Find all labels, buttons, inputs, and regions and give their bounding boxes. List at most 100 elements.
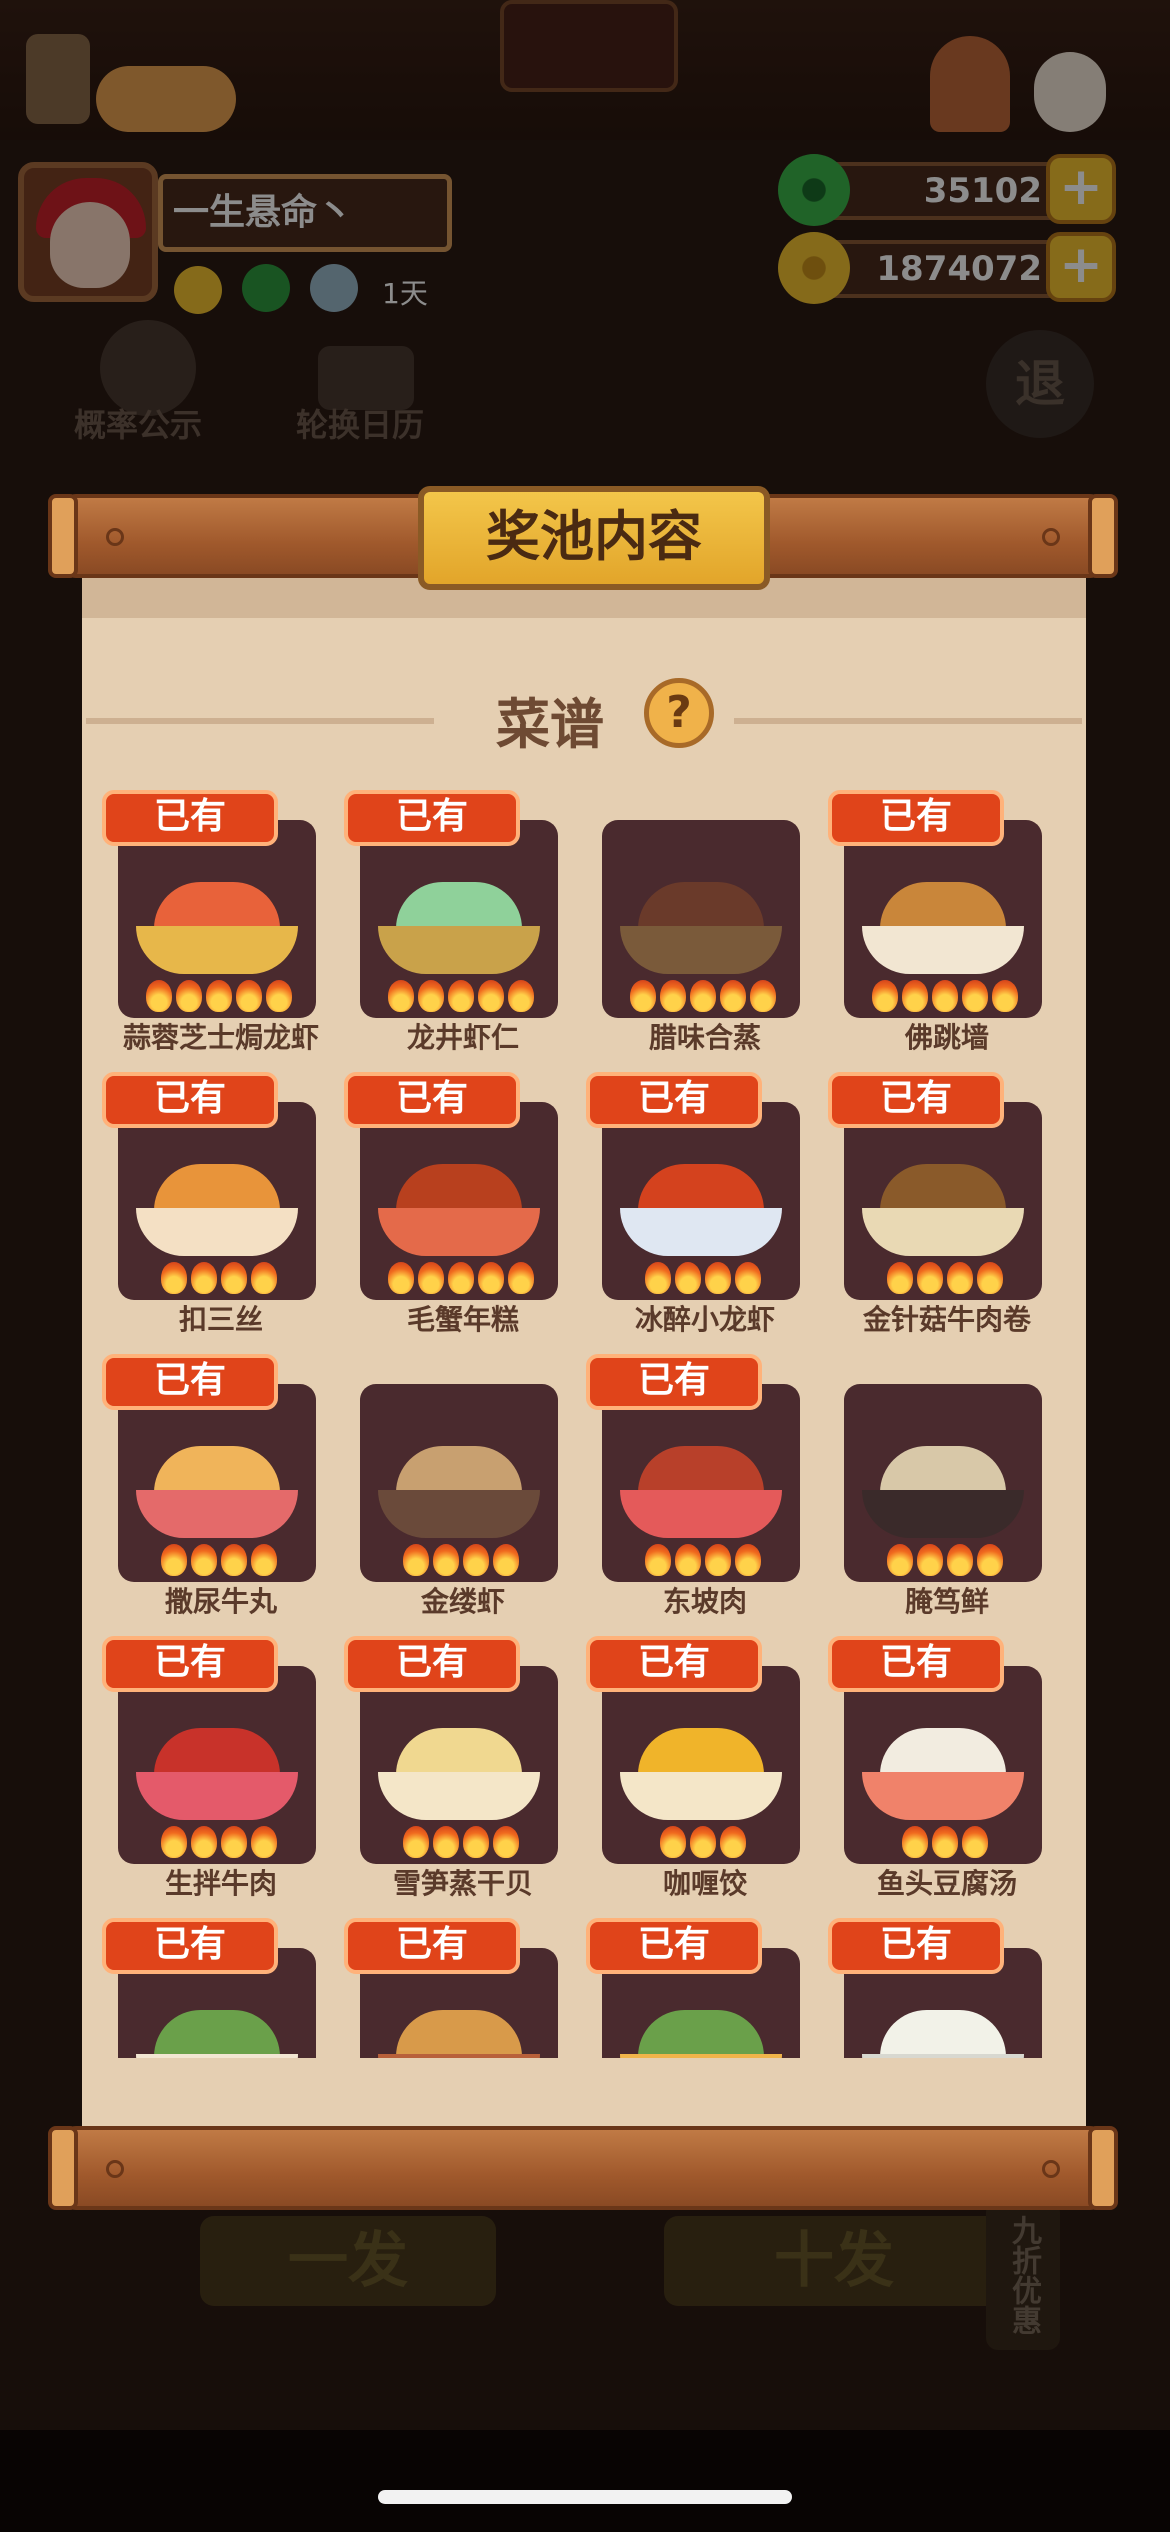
owned-badge: 已有 <box>828 1072 1004 1128</box>
rarity-flames <box>852 980 1038 1014</box>
add-jade-button[interactable]: + <box>1046 154 1116 224</box>
section-divider-right <box>734 718 1082 724</box>
dish-name: 腌笃鲜 <box>904 1585 989 1618</box>
flame-icon <box>251 1826 277 1858</box>
dish-card[interactable]: 腌笃鲜 <box>826 1354 1060 1624</box>
flame-icon <box>932 1826 958 1858</box>
dish-image <box>620 1446 782 1538</box>
flame-icon <box>463 1826 489 1858</box>
grid-bottom-fade <box>82 2058 1086 2122</box>
flame-icon <box>720 980 746 1012</box>
flame-icon <box>690 1826 716 1858</box>
exit-icon[interactable]: 退 <box>986 330 1094 438</box>
dish-card[interactable]: 已有 雪笋蒸干贝 <box>342 1636 584 1906</box>
dish-card[interactable]: 已有 龙井虾仁 <box>342 790 584 1060</box>
home-indicator[interactable] <box>378 2490 792 2504</box>
dish-card[interactable]: 已有 <box>826 1918 1060 2058</box>
draw-one-button[interactable]: 一发 <box>200 2216 496 2306</box>
cat-sleeping <box>96 66 236 132</box>
dish-image <box>862 1446 1024 1538</box>
dish-card[interactable]: 已有 生拌牛肉 <box>100 1636 342 1906</box>
owned-badge: 已有 <box>344 790 520 846</box>
rod-cap-left <box>48 2126 78 2210</box>
flame-icon <box>660 980 686 1012</box>
draw-ten-button[interactable]: 十发 <box>664 2216 1004 2306</box>
flame-icon <box>191 1262 217 1294</box>
dish-card[interactable]: 已有冰醉小龙虾 <box>584 1072 826 1342</box>
flame-icon <box>251 1262 277 1294</box>
flame-icon <box>221 1826 247 1858</box>
flame-icon <box>872 980 898 1012</box>
dish-card[interactable]: 已有 蒜蓉芝士焗龙虾 <box>100 790 342 1060</box>
dish-bowl <box>378 1208 540 1256</box>
dish-image <box>862 1164 1024 1256</box>
flame-icon <box>508 1262 534 1294</box>
flame-icon <box>388 1262 414 1294</box>
flame-icon <box>266 980 292 1012</box>
dish-bowl <box>136 1772 298 1820</box>
coin-upgrade-icon[interactable] <box>174 266 222 314</box>
dish-image <box>378 1446 540 1538</box>
rarity-flames <box>610 1544 796 1578</box>
rarity-flames <box>126 1262 312 1296</box>
dish-card[interactable]: 已有扣三丝 <box>100 1072 342 1342</box>
dish-grid[interactable]: 已有 蒜蓉芝士焗龙虾 已有 龙井虾仁 腊味合蒸 已有 佛跳墙 已有 扣三丝 已有 毛蟹年糕 已有 冰醉小… <box>100 790 1060 2058</box>
player-avatar[interactable] <box>18 162 158 302</box>
dish-card[interactable]: 金缕虾 <box>342 1354 584 1624</box>
flame-icon <box>992 980 1018 1012</box>
help-button[interactable]: ? <box>644 678 714 748</box>
dish-name: 冰醉小龙虾 <box>634 1303 775 1336</box>
flame-icon <box>206 980 232 1012</box>
dish-card[interactable]: 已有 撒尿牛丸 <box>100 1354 342 1624</box>
dish-name: 雪笋蒸干贝 <box>392 1867 533 1900</box>
tea-upgrade-icon[interactable] <box>310 264 358 312</box>
dish-card[interactable]: 腊味合蒸 <box>584 790 826 1060</box>
owned-badge: 已有 <box>102 1072 278 1128</box>
rarity-flames <box>852 1826 1038 1860</box>
flame-icon <box>146 980 172 1012</box>
owned-badge: 已有 <box>344 1072 520 1128</box>
discount-tag: 九折优惠 <box>986 2200 1060 2350</box>
add-coin-button[interactable]: + <box>1046 232 1116 302</box>
dish-card[interactable]: 已有 金针菇牛肉卷 <box>826 1072 1060 1342</box>
dish-card[interactable]: 已有 <box>342 1918 584 2058</box>
dish-card[interactable]: 已有 鱼头豆腐汤 <box>826 1636 1060 1906</box>
probability-label: 概率公示 <box>74 406 203 444</box>
flame-icon <box>947 1262 973 1294</box>
owned-badge: 已有 <box>828 790 1004 846</box>
flame-icon <box>705 1544 731 1576</box>
rod-cap-right <box>1088 494 1118 578</box>
jade-upgrade-icon[interactable] <box>242 264 290 312</box>
flame-icon <box>508 980 534 1012</box>
flame-icon <box>221 1262 247 1294</box>
dish-card[interactable]: 已有 毛蟹年糕 <box>342 1072 584 1342</box>
player-name: 一生悬命丶 <box>158 174 452 252</box>
dish-card[interactable]: 已有 咖喱饺 <box>584 1636 826 1906</box>
dish-food <box>880 2010 1006 2058</box>
calendar-label: 轮换日历 <box>296 406 425 444</box>
dish-name: 生拌牛肉 <box>164 1867 277 1900</box>
dish-bowl <box>862 1490 1024 1538</box>
rod-nail-left <box>106 2160 124 2178</box>
dish-name: 蒜蓉芝士焗龙虾 <box>122 1021 319 1054</box>
scroll-bottom-rod <box>48 2126 1118 2210</box>
flame-icon <box>418 1262 444 1294</box>
flame-icon <box>962 1826 988 1858</box>
dish-bowl <box>620 1208 782 1256</box>
owned-badge: 已有 <box>586 1072 762 1128</box>
dish-bowl <box>136 1490 298 1538</box>
dish-card[interactable]: 已有 <box>100 1918 342 2058</box>
flame-icon <box>448 980 474 1012</box>
flame-icon <box>161 1544 187 1576</box>
dish-name: 扣三丝 <box>178 1303 263 1336</box>
flame-icon <box>735 1544 761 1576</box>
dish-image <box>620 2010 782 2058</box>
dish-card[interactable]: 已有 佛跳墙 <box>826 790 1060 1060</box>
dish-card[interactable]: 已有 东坡肉 <box>584 1354 826 1624</box>
dish-card[interactable]: 已有 <box>584 1918 826 2058</box>
owned-badge: 已有 <box>344 1918 520 1974</box>
flame-icon <box>705 1262 731 1294</box>
flame-icon <box>433 1544 459 1576</box>
days-counter: 1天 <box>382 277 428 310</box>
dish-bowl <box>862 1772 1024 1820</box>
